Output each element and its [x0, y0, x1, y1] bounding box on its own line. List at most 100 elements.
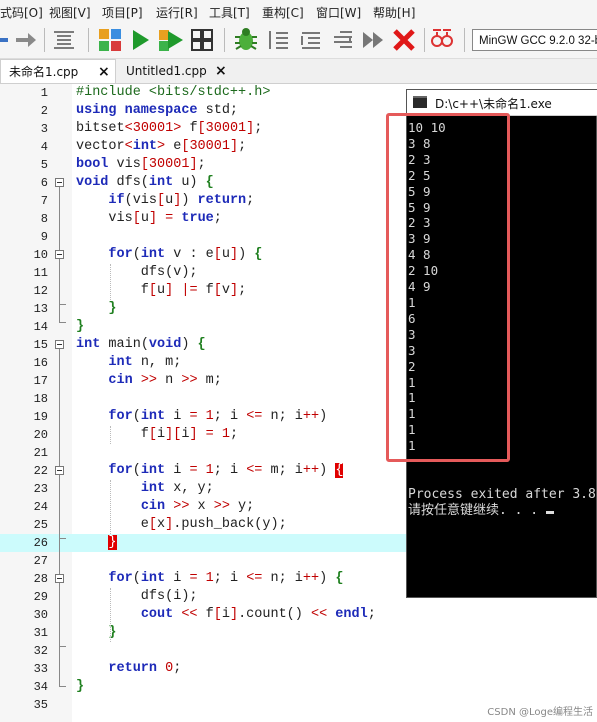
code-text[interactable]: for(int i = 1; i <= m; i++) {	[76, 462, 344, 480]
line-number: 29	[33, 590, 48, 604]
menu-window[interactable]: 窗口[W]	[316, 4, 361, 21]
format-icon[interactable]	[50, 26, 78, 54]
line-number: 32	[33, 644, 48, 658]
code-text[interactable]: vis[u] = true;	[76, 210, 222, 228]
line-number: 7	[40, 194, 48, 208]
line-number: 8	[40, 212, 48, 226]
code-text[interactable]: for(int i = 1; i <= n; i++)	[76, 408, 327, 426]
fold-toggle-icon[interactable]	[55, 250, 64, 259]
console-title: D:\c++\未命名1.exe	[435, 97, 552, 111]
code-text[interactable]: if(vis[u]) return;	[76, 192, 254, 210]
forward-arrow-icon[interactable]	[12, 26, 40, 54]
rebuild-grid-icon[interactable]	[188, 26, 216, 54]
line-number: 25	[33, 518, 48, 532]
code-text[interactable]: using namespace std;	[76, 102, 238, 120]
line-number: 34	[33, 680, 48, 694]
tab-untitled-1[interactable]: 未命名1.cpp ×	[0, 59, 116, 83]
menu-code[interactable]: 式码[O]	[0, 4, 43, 21]
watermark: CSDN @Loge编程生活	[487, 707, 593, 718]
code-text[interactable]: f[i][i] = 1;	[76, 426, 238, 444]
line-number: 22	[33, 464, 48, 478]
line-number: 30	[33, 608, 48, 622]
line-number: 6	[40, 176, 48, 190]
line-number: 13	[33, 302, 48, 316]
line-number: 5	[40, 158, 48, 172]
code-line[interactable]: 34}	[0, 678, 597, 696]
line-number: 35	[33, 698, 48, 712]
line-number: 14	[33, 320, 48, 334]
tab-untitled1[interactable]: Untitled1.cpp ×	[118, 59, 240, 83]
code-text[interactable]: for(int v : e[u]) {	[76, 246, 262, 264]
code-text[interactable]: vector<int> e[30001];	[76, 138, 246, 156]
code-text[interactable]: int n, m;	[76, 354, 181, 372]
code-text[interactable]: int x, y;	[76, 480, 214, 498]
line-number: 12	[33, 284, 48, 298]
line-number: 27	[33, 554, 48, 568]
run-icon[interactable]	[126, 26, 154, 54]
line-number: 17	[33, 374, 48, 388]
code-text[interactable]: }	[76, 534, 117, 552]
step-out-icon[interactable]	[328, 26, 356, 54]
editor-tabs: 未命名1.cpp × Untitled1.cpp ×	[0, 59, 597, 84]
continue-icon[interactable]	[360, 26, 388, 54]
menu-project[interactable]: 项目[P]	[102, 4, 143, 21]
code-text[interactable]: cin >> n >> m;	[76, 372, 221, 390]
line-number: 20	[33, 428, 48, 442]
code-line[interactable]: 32	[0, 642, 597, 660]
code-line[interactable]: 33 return 0;	[0, 660, 597, 678]
code-text[interactable]: return 0;	[76, 660, 181, 678]
console-footer: Process exited after 3.8 请按任意键继续. . .	[408, 487, 596, 519]
code-text[interactable]: }	[76, 678, 84, 696]
console-icon	[413, 96, 427, 108]
line-number: 1	[40, 86, 48, 100]
fold-toggle-icon[interactable]	[55, 340, 64, 349]
code-text[interactable]: void dfs(int u) {	[76, 174, 214, 192]
menu-view[interactable]: 视图[V]	[49, 4, 91, 21]
code-line[interactable]: 31 }	[0, 624, 597, 642]
code-text[interactable]: for(int i = 1; i <= n; i++) {	[76, 570, 343, 588]
code-text[interactable]: dfs(v);	[76, 264, 198, 282]
press-any-key-text: 请按任意键继续. . .	[408, 503, 546, 518]
step-into-icon[interactable]	[296, 26, 324, 54]
compile-run-icon[interactable]	[157, 26, 185, 54]
menu-help[interactable]: 帮助[H]	[373, 4, 415, 21]
line-number: 3	[40, 122, 48, 136]
fold-toggle-icon[interactable]	[55, 466, 64, 475]
line-number: 19	[33, 410, 48, 424]
menu-tools[interactable]: 工具[T]	[209, 4, 250, 21]
code-text[interactable]: e[x].push_back(y);	[76, 516, 287, 534]
debug-bug-icon[interactable]	[232, 26, 260, 54]
line-number: 33	[33, 662, 48, 676]
code-text[interactable]: dfs(i);	[76, 588, 198, 606]
line-number: 4	[40, 140, 48, 154]
code-text[interactable]: f[u] |= f[v];	[76, 282, 246, 300]
close-tab-icon[interactable]: ×	[98, 60, 110, 84]
compile-grid-icon[interactable]	[96, 26, 124, 54]
code-text[interactable]: cin >> x >> y;	[76, 498, 254, 516]
stop-icon[interactable]	[390, 26, 418, 54]
code-text[interactable]: bitset<30001> f[30001];	[76, 120, 262, 138]
process-exited-text: Process exited after 3.8	[408, 487, 596, 502]
compiler-select[interactable]: MinGW GCC 9.2.0 32-bit	[472, 29, 597, 51]
line-number: 28	[33, 572, 48, 586]
fold-toggle-icon[interactable]	[55, 574, 64, 583]
code-text[interactable]: cout << f[i].count() << endl;	[76, 606, 376, 624]
toolbar: MinGW GCC 9.2.0 32-bit	[0, 22, 597, 59]
step-over-icon[interactable]	[264, 26, 292, 54]
close-tab-icon[interactable]: ×	[215, 59, 227, 83]
code-line[interactable]: 30 cout << f[i].count() << endl;	[0, 606, 597, 624]
code-text[interactable]: bool vis[30001];	[76, 156, 206, 174]
line-number: 24	[33, 500, 48, 514]
code-text[interactable]: #include <bits/stdc++.h>	[76, 84, 270, 102]
code-text[interactable]: }	[76, 318, 84, 336]
line-number: 11	[33, 266, 48, 280]
profile-icon[interactable]	[428, 26, 456, 54]
menu-refactor[interactable]: 重构[C]	[262, 4, 304, 21]
line-number: 26	[33, 536, 48, 550]
fold-toggle-icon[interactable]	[55, 178, 64, 187]
cursor	[545, 511, 554, 514]
output-annotation-box	[386, 113, 510, 462]
code-text[interactable]: int main(void) {	[76, 336, 206, 354]
menu-run[interactable]: 运行[R]	[156, 4, 198, 21]
code-text[interactable]: }	[76, 300, 116, 318]
